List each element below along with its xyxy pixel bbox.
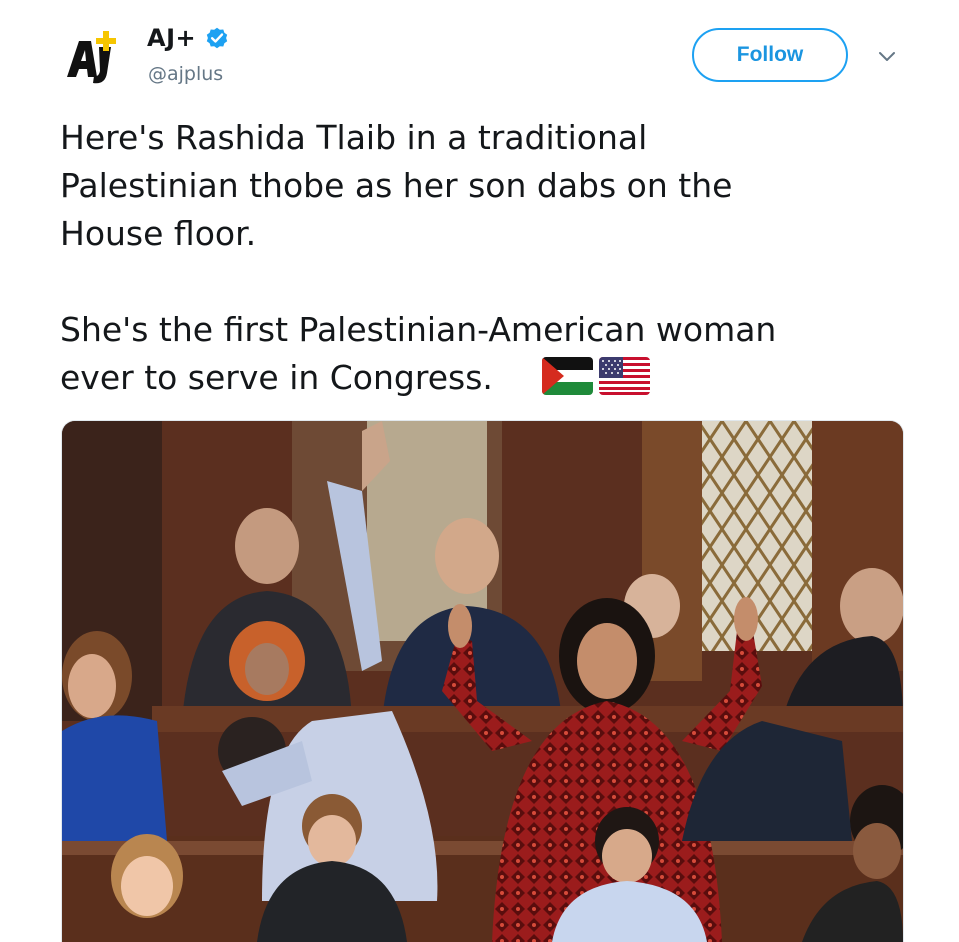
follow-button[interactable]: Follow (692, 28, 848, 82)
verified-badge-icon (206, 27, 228, 49)
tweet-photo[interactable] (61, 420, 904, 942)
display-name[interactable]: AJ+ (147, 24, 196, 52)
palestine-flag-icon (542, 357, 593, 395)
aj-plus-logo-icon (67, 31, 116, 84)
house-floor-photo (62, 421, 903, 942)
user-handle[interactable]: @ajplus (148, 63, 223, 85)
chevron-down-icon[interactable] (876, 46, 898, 68)
avatar[interactable] (62, 26, 126, 90)
flag-emoji-group (542, 357, 650, 395)
us-flag-icon (599, 357, 650, 395)
tweet-text: Here's Rashida Tlaib in a traditional Pa… (60, 118, 777, 397)
